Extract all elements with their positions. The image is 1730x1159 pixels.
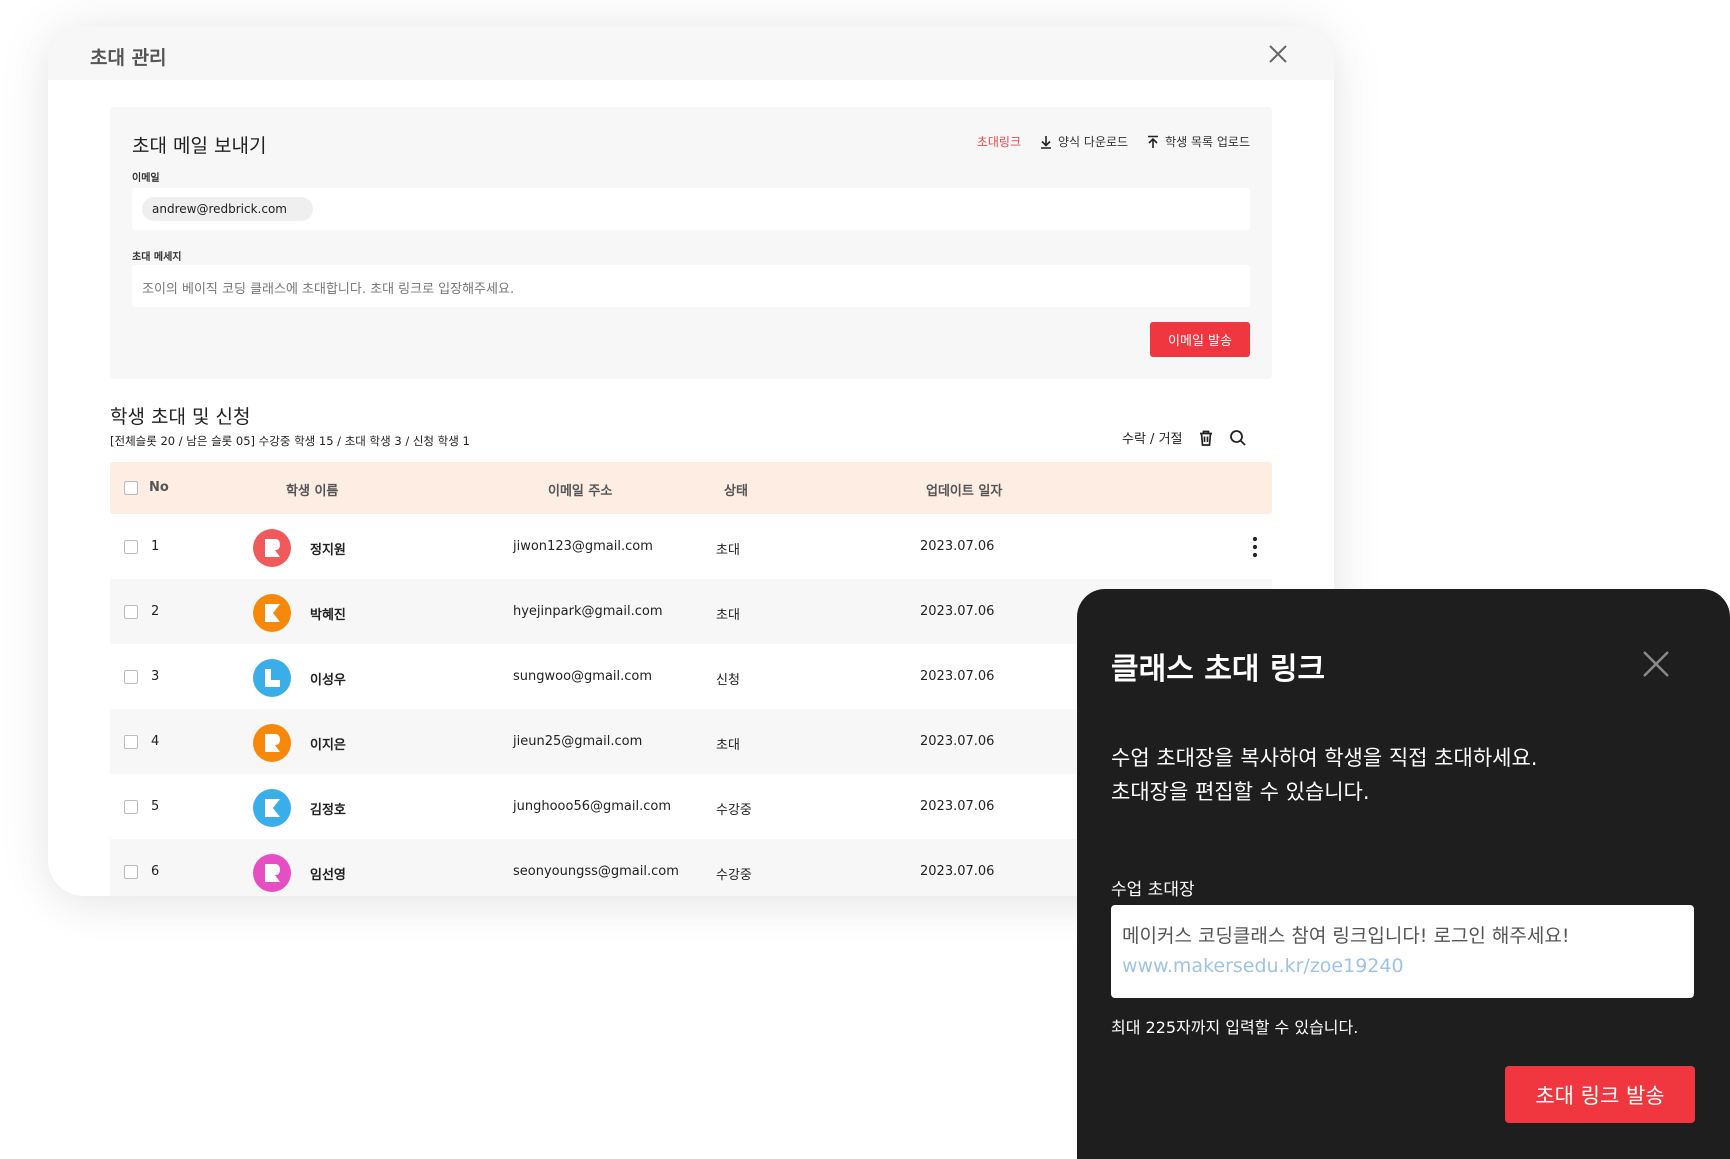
avatar bbox=[253, 789, 291, 827]
students-tools: 수락 / 거절 bbox=[1122, 428, 1247, 447]
row-checkbox[interactable] bbox=[124, 670, 138, 684]
row-checkbox[interactable] bbox=[124, 605, 138, 619]
trash-icon bbox=[1199, 430, 1212, 446]
header-status: 상태 bbox=[724, 484, 748, 499]
row-name: 정지원 bbox=[310, 543, 346, 558]
invite-link-button[interactable]: 초대링크 bbox=[977, 133, 1021, 150]
window-header: 초대 관리 bbox=[48, 26, 1334, 80]
row-name: 이성우 bbox=[310, 673, 346, 688]
mail-section-title: 초대 메일 보내기 bbox=[132, 135, 267, 157]
row-status: 초대 bbox=[716, 738, 740, 753]
window-close-icon[interactable] bbox=[1266, 42, 1290, 66]
popup-description-line2: 초대장을 편집할 수 있습니다. bbox=[1111, 780, 1370, 804]
students-summary: [전체슬롯 20 / 남은 슬롯 05] 수강중 학생 15 / 초대 학생 3… bbox=[110, 434, 470, 448]
avatar bbox=[253, 724, 291, 762]
row-checkbox[interactable] bbox=[124, 800, 138, 814]
accept-reject-button[interactable]: 수락 / 거절 bbox=[1122, 428, 1183, 447]
header-no: No bbox=[149, 480, 169, 495]
logo-r-icon bbox=[253, 529, 291, 567]
row-no: 5 bbox=[151, 799, 160, 814]
upload-icon bbox=[1148, 135, 1159, 148]
send-email-button[interactable]: 이메일 발송 bbox=[1150, 322, 1250, 357]
avatar bbox=[253, 529, 291, 567]
message-label: 초대 메세지 bbox=[132, 252, 182, 263]
row-status: 수강중 bbox=[716, 803, 752, 818]
upload-list-label: 학생 목록 업로드 bbox=[1165, 135, 1250, 149]
class-invite-link-popup: 클래스 초대 링크 수업 초대장을 복사하여 학생을 직접 초대하세요. 초대장… bbox=[1077, 589, 1730, 1159]
row-checkbox[interactable] bbox=[124, 865, 138, 879]
row-updated: 2023.07.06 bbox=[920, 669, 995, 684]
row-no: 3 bbox=[151, 669, 160, 684]
row-checkbox[interactable] bbox=[124, 540, 138, 554]
email-input[interactable]: andrew@redbrick.com bbox=[132, 188, 1250, 230]
popup-close-icon[interactable] bbox=[1641, 649, 1671, 679]
header-name: 학생 이름 bbox=[286, 484, 339, 499]
row-email: seonyoungss@gmail.com bbox=[513, 864, 679, 879]
popup-description-line1: 수업 초대장을 복사하여 학생을 직접 초대하세요. bbox=[1111, 746, 1538, 770]
row-status: 수강중 bbox=[716, 868, 752, 883]
row-no: 1 bbox=[151, 539, 160, 554]
invitation-link[interactable]: www.makersedu.kr/zoe19240 bbox=[1122, 951, 1683, 981]
more-options-icon[interactable] bbox=[1245, 534, 1265, 560]
row-name: 김정호 bbox=[310, 803, 346, 818]
invite-mail-section: 초대 메일 보내기 초대링크 양식 다운로드 학생 목록 업로드 이메일 and… bbox=[110, 107, 1272, 379]
header-updated: 업데이트 일자 bbox=[926, 484, 1003, 499]
row-name: 박혜진 bbox=[310, 608, 346, 623]
logo-k-icon bbox=[253, 789, 291, 827]
email-label: 이메일 bbox=[132, 173, 160, 184]
select-all-checkbox[interactable] bbox=[124, 481, 138, 495]
row-updated: 2023.07.06 bbox=[920, 734, 995, 749]
row-updated: 2023.07.06 bbox=[920, 604, 995, 619]
row-no: 4 bbox=[151, 734, 160, 749]
row-updated: 2023.07.06 bbox=[920, 799, 995, 814]
message-input[interactable]: 조이의 베이직 코딩 클래스에 초대합니다. 초대 링크로 입장해주세요. bbox=[132, 265, 1250, 307]
row-updated: 2023.07.06 bbox=[920, 539, 995, 554]
logo-l-icon bbox=[253, 659, 291, 697]
row-status: 신청 bbox=[716, 673, 740, 688]
avatar bbox=[253, 659, 291, 697]
avatar bbox=[253, 594, 291, 632]
delete-button[interactable] bbox=[1197, 429, 1215, 447]
download-form-button[interactable]: 양식 다운로드 bbox=[1039, 133, 1128, 150]
row-no: 6 bbox=[151, 864, 160, 879]
table-row[interactable]: 1 정지원 jiwon123@gmail.com 초대 2023.07.06 bbox=[110, 514, 1272, 579]
row-updated: 2023.07.06 bbox=[920, 864, 995, 879]
send-invite-link-button[interactable]: 초대 링크 발송 bbox=[1505, 1066, 1695, 1123]
invitation-field-label: 수업 초대장 bbox=[1111, 880, 1195, 900]
search-button[interactable] bbox=[1229, 429, 1247, 447]
message-text: 조이의 베이직 코딩 클래스에 초대합니다. 초대 링크로 입장해주세요. bbox=[142, 282, 515, 297]
mail-actions: 초대링크 양식 다운로드 학생 목록 업로드 bbox=[977, 133, 1250, 150]
row-checkbox[interactable] bbox=[124, 735, 138, 749]
row-email: hyejinpark@gmail.com bbox=[513, 604, 663, 619]
invitation-text: 메이커스 코딩클래스 참여 링크입니다! 로그인 해주세요! bbox=[1122, 925, 1570, 947]
invitation-textarea[interactable]: 메이커스 코딩클래스 참여 링크입니다! 로그인 해주세요! www.maker… bbox=[1111, 905, 1694, 998]
char-limit-hint: 최대 225자까지 입력할 수 있습니다. bbox=[1111, 1018, 1359, 1037]
row-email: sungwoo@gmail.com bbox=[513, 669, 653, 684]
logo-r-icon bbox=[253, 724, 291, 762]
row-email: jiwon123@gmail.com bbox=[513, 539, 653, 554]
row-no: 2 bbox=[151, 604, 160, 619]
row-email: jieun25@gmail.com bbox=[513, 734, 643, 749]
avatar bbox=[253, 854, 291, 892]
row-name: 이지은 bbox=[310, 738, 346, 753]
row-email: junghooo56@gmail.com bbox=[513, 799, 671, 814]
popup-description: 수업 초대장을 복사하여 학생을 직접 초대하세요. 초대장을 편집할 수 있습… bbox=[1111, 741, 1537, 809]
header-email: 이메일 주소 bbox=[548, 484, 613, 499]
table-header: No 학생 이름 이메일 주소 상태 업데이트 일자 bbox=[110, 462, 1272, 514]
row-status: 초대 bbox=[716, 543, 740, 558]
download-icon bbox=[1041, 135, 1052, 149]
logo-k-icon bbox=[253, 594, 291, 632]
upload-list-button[interactable]: 학생 목록 업로드 bbox=[1146, 133, 1250, 150]
search-icon bbox=[1229, 429, 1246, 446]
students-section-title: 학생 초대 및 신청 bbox=[110, 406, 251, 428]
row-name: 임선영 bbox=[310, 868, 346, 883]
logo-r-icon bbox=[253, 854, 291, 892]
popup-title: 클래스 초대 링크 bbox=[1111, 652, 1326, 687]
email-chip[interactable]: andrew@redbrick.com bbox=[142, 197, 313, 221]
download-form-label: 양식 다운로드 bbox=[1058, 135, 1129, 149]
window-title: 초대 관리 bbox=[90, 47, 167, 69]
row-status: 초대 bbox=[716, 608, 740, 623]
